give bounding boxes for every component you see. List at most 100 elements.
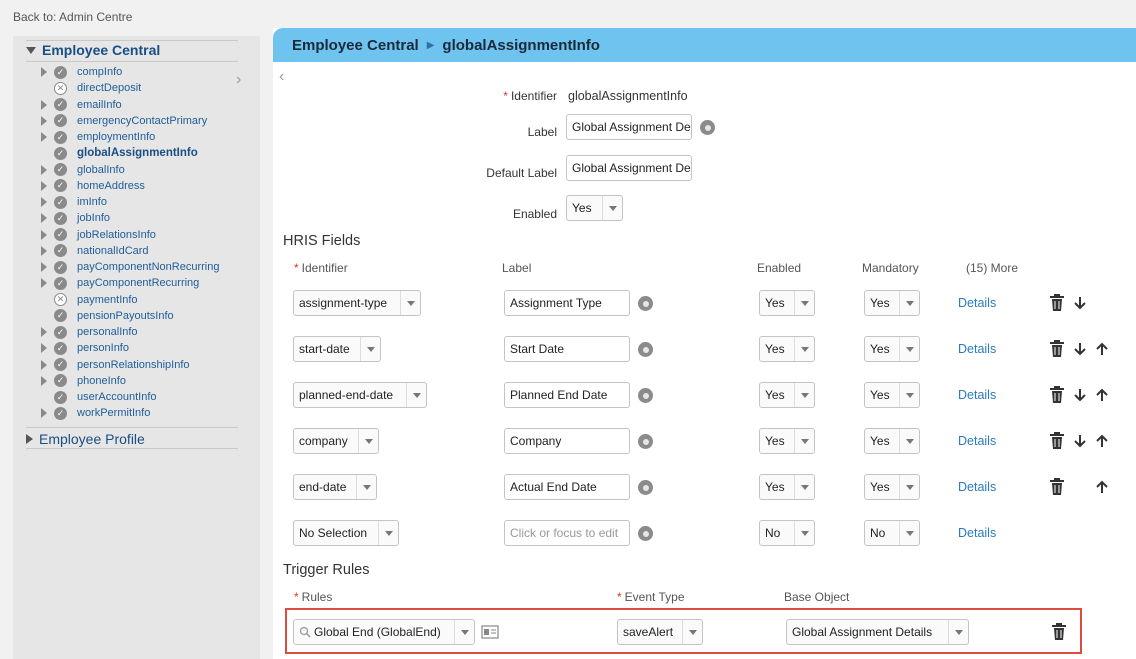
sidebar-item[interactable]: ✓ personalInfo [37, 324, 138, 340]
field-label-input[interactable]: Click or focus to edit [504, 520, 630, 546]
expand-icon[interactable] [37, 113, 51, 129]
trash-icon[interactable] [1048, 339, 1066, 359]
arrow-down-icon[interactable] [1071, 293, 1089, 313]
arrow-up-icon[interactable] [1093, 339, 1111, 359]
sidebar-item[interactable]: ✓ workPermitInfo [37, 405, 150, 421]
expand-icon[interactable] [37, 210, 51, 226]
sidebar-item[interactable]: ✓ userAccountInfo [37, 389, 157, 405]
field-identifier-select[interactable]: assignment-type [293, 290, 421, 316]
field-enabled-select[interactable]: Yes [759, 290, 815, 316]
sidebar-item[interactable]: ✓ payComponentNonRecurring [37, 259, 219, 275]
arrow-up-icon[interactable] [1093, 477, 1111, 497]
arrow-down-icon[interactable] [1071, 385, 1089, 405]
label-input[interactable]: Global Assignment De [566, 114, 692, 140]
trash-icon[interactable] [1050, 622, 1068, 642]
sidebar-item[interactable]: ✓ globalAssignmentInfo [37, 145, 198, 161]
field-enabled-select[interactable]: Yes [759, 474, 815, 500]
field-label-input[interactable]: Actual End Date [504, 474, 630, 500]
sidebar-item[interactable]: ✓ jobRelationsInfo [37, 227, 156, 243]
back-to-admin-centre-link[interactable]: Back to: Admin Centre [13, 10, 132, 24]
sidebar-item[interactable]: ✓ phoneInfo [37, 373, 126, 389]
sidebar-item[interactable]: ✓ homeAddress [37, 178, 145, 194]
expand-icon[interactable] [37, 357, 51, 373]
globe-icon[interactable] [638, 434, 653, 449]
field-enabled-select[interactable]: Yes [759, 336, 815, 362]
field-label-input[interactable]: Start Date [504, 336, 630, 362]
details-link[interactable]: Details [958, 434, 996, 448]
sidebar-item[interactable]: ✕ directDeposit [37, 80, 141, 96]
expand-icon[interactable] [37, 373, 51, 389]
field-label-input[interactable]: Planned End Date [504, 382, 630, 408]
field-identifier-select[interactable]: No Selection [293, 520, 399, 546]
field-identifier-select[interactable]: start-date [293, 336, 381, 362]
field-identifier-select[interactable]: end-date [293, 474, 377, 500]
globe-icon[interactable] [638, 342, 653, 357]
globe-icon[interactable] [700, 120, 715, 135]
rule-select[interactable]: Global End (GlobalEnd) [293, 619, 475, 645]
sidebar-item[interactable]: ✕ paymentInfo [37, 292, 138, 308]
rule-details-icon[interactable] [481, 625, 499, 639]
globe-icon[interactable] [638, 526, 653, 541]
arrow-up-icon[interactable] [1093, 431, 1111, 451]
expand-icon[interactable] [37, 162, 51, 178]
field-enabled-select[interactable]: Yes [759, 382, 815, 408]
trash-icon[interactable] [1048, 431, 1066, 451]
tree-root-employee-profile[interactable]: Employee Profile [26, 431, 238, 447]
expand-icon[interactable] [37, 227, 51, 243]
sidebar-item[interactable]: ✓ payComponentRecurring [37, 275, 199, 291]
sidebar-item[interactable]: ✓ jobInfo [37, 210, 110, 226]
field-identifier-select[interactable]: planned-end-date [293, 382, 427, 408]
trash-icon[interactable] [1048, 293, 1066, 313]
expand-icon[interactable] [26, 434, 33, 444]
field-identifier-select[interactable]: company [293, 428, 379, 454]
col-more[interactable]: (15) More [966, 261, 1018, 275]
expand-icon[interactable] [37, 340, 51, 356]
globe-icon[interactable] [638, 296, 653, 311]
expand-icon[interactable] [37, 324, 51, 340]
expand-icon[interactable] [37, 194, 51, 210]
field-label-input[interactable]: Company [504, 428, 630, 454]
sidebar-item[interactable]: ✓ imInfo [37, 194, 107, 210]
field-mandatory-select[interactable]: Yes [864, 336, 920, 362]
trash-icon[interactable] [1048, 477, 1066, 497]
sidebar-item[interactable]: ✓ employmentInfo [37, 129, 155, 145]
chevron-left-icon[interactable]: ‹ [279, 68, 284, 86]
sidebar-item[interactable]: ✓ personRelationshipInfo [37, 357, 190, 373]
field-mandatory-select[interactable]: No [864, 520, 920, 546]
details-link[interactable]: Details [958, 526, 996, 540]
expand-icon[interactable] [37, 64, 51, 80]
expand-icon[interactable] [37, 178, 51, 194]
details-link[interactable]: Details [958, 388, 996, 402]
arrow-down-icon[interactable] [1071, 339, 1089, 359]
details-link[interactable]: Details [958, 296, 996, 310]
globe-icon[interactable] [638, 480, 653, 495]
expand-icon[interactable] [37, 129, 51, 145]
chevron-right-icon[interactable]: › [236, 71, 241, 89]
expand-icon[interactable] [37, 243, 51, 259]
event-type-select[interactable]: saveAlert [617, 619, 703, 645]
details-link[interactable]: Details [958, 480, 996, 494]
expand-icon[interactable] [37, 275, 51, 291]
default-label-input[interactable]: Global Assignment De [566, 155, 692, 181]
arrow-up-icon[interactable] [1093, 385, 1111, 405]
expand-icon[interactable] [37, 405, 51, 421]
sidebar-item[interactable]: ✓ globalInfo [37, 162, 125, 178]
trash-icon[interactable] [1048, 385, 1066, 405]
field-enabled-select[interactable]: No [759, 520, 815, 546]
expand-icon[interactable] [37, 97, 51, 113]
sidebar-item[interactable]: ✓ nationalIdCard [37, 243, 149, 259]
field-mandatory-select[interactable]: Yes [864, 474, 920, 500]
collapse-icon[interactable] [26, 46, 36, 54]
details-link[interactable]: Details [958, 342, 996, 356]
field-mandatory-select[interactable]: Yes [864, 382, 920, 408]
sidebar-item[interactable]: ✓ personInfo [37, 340, 129, 356]
tree-root-employee-central[interactable]: Employee Central [26, 42, 238, 58]
arrow-down-icon[interactable] [1071, 431, 1089, 451]
breadcrumb-employee-central[interactable]: Employee Central [292, 37, 419, 54]
enabled-select[interactable]: Yes [566, 195, 623, 221]
sidebar-item[interactable]: ✓ pensionPayoutsInfo [37, 308, 174, 324]
field-mandatory-select[interactable]: Yes [864, 290, 920, 316]
globe-icon[interactable] [638, 388, 653, 403]
sidebar-item[interactable]: ✓ compInfo [37, 64, 122, 80]
field-label-input[interactable]: Assignment Type [504, 290, 630, 316]
